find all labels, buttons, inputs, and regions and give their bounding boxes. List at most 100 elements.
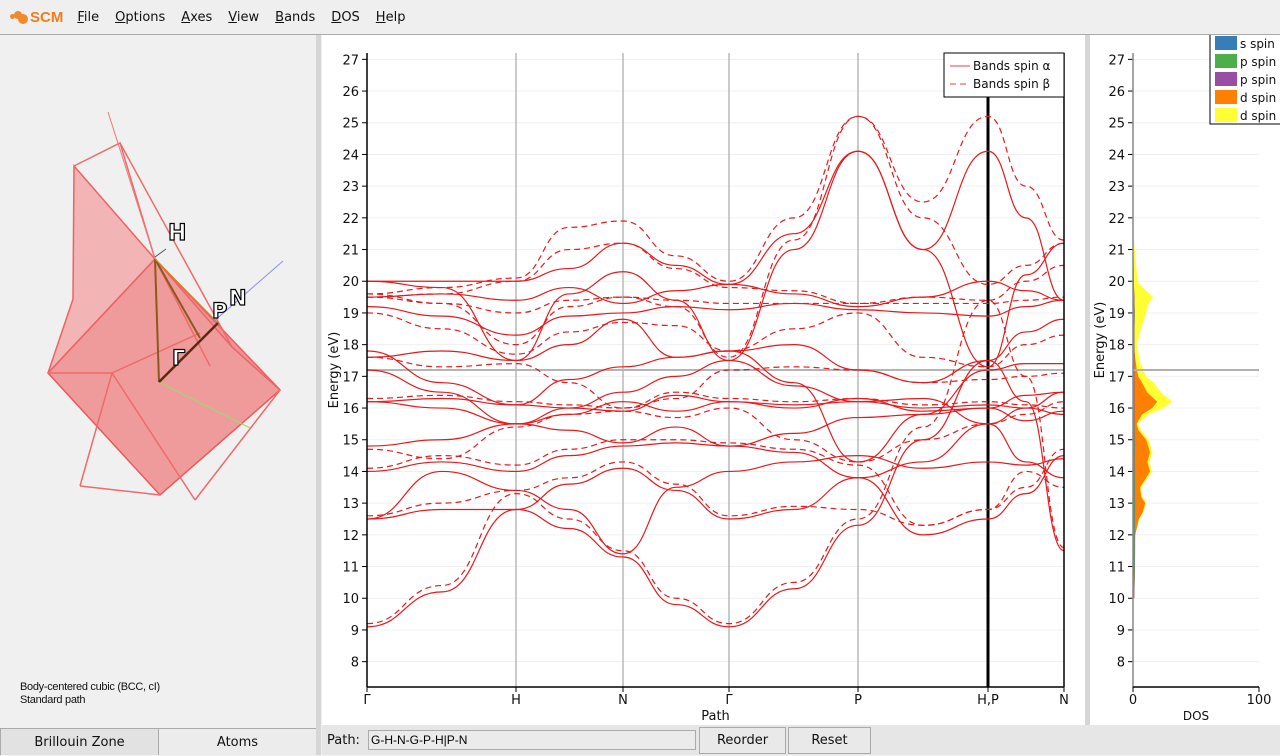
- dos-legend: s spin p spin p spin d spin d spin: [1209, 30, 1280, 125]
- y-tick-label: 17: [342, 370, 359, 385]
- y-tick-label: 27: [1108, 53, 1125, 68]
- reorder-button[interactable]: Reorder: [699, 727, 786, 754]
- band-line-alpha: [366, 442, 1065, 536]
- y-tick-label: 18: [1108, 339, 1125, 354]
- y-tick-label: 18: [342, 339, 359, 354]
- y-tick-label: 20: [342, 275, 359, 290]
- menu-bands[interactable]: Bands: [275, 10, 315, 25]
- y-tick-label: 13: [342, 497, 359, 512]
- scm-logo: SCM: [10, 9, 63, 26]
- dos-chart[interactable]: 8 9 10 11 12 13 14 15 16 17 18 19 20 21 22 23 24 25 26 27 0 1…: [1090, 30, 1280, 725]
- menu-dos[interactable]: DOS: [331, 10, 360, 25]
- band-line-alpha: [366, 150, 1065, 362]
- x-tick-label: 100: [1247, 693, 1272, 708]
- y-axis-label: Energy (eV): [1093, 302, 1108, 379]
- y-tick-label: 14: [1108, 465, 1125, 480]
- band-line-alpha: [366, 299, 1065, 336]
- band-legend: Bands spin α Bands spin β: [943, 52, 1065, 98]
- y-tick-label: 10: [1108, 592, 1125, 607]
- y-tick-label: 8: [351, 656, 359, 671]
- x-tick-label: 0: [1129, 693, 1137, 708]
- y-tick-label: 12: [1108, 529, 1125, 544]
- y-tick-label: 11: [1108, 561, 1125, 576]
- legend-label: s spin: [1240, 37, 1275, 51]
- y-tick-label: 20: [1108, 275, 1125, 290]
- legend-swatch: [1215, 72, 1237, 86]
- menu-help[interactable]: Help: [376, 10, 406, 25]
- bz-label-n: N: [229, 286, 247, 310]
- band-structure-panel: 8 9 10 11 12 13 14 15 16 17 18 19 20 21 22 23 24 25 26 27 Γ H…: [322, 35, 1085, 725]
- path-bar: Path: G-H-N-G-P-H|P-N Reorder Reset: [322, 725, 1280, 755]
- x-tick-label: Γ: [363, 693, 371, 708]
- band-line-alpha: [366, 454, 1065, 555]
- legend-swatch: [1215, 54, 1237, 68]
- y-tick-label: 26: [342, 85, 359, 100]
- legend-label: p spin: [1240, 73, 1276, 87]
- x-tick-label: Γ: [725, 693, 733, 708]
- x-tick-label: H: [511, 693, 521, 708]
- y-tick-label: 21: [1108, 244, 1125, 259]
- x-axis-label: DOS: [1183, 709, 1209, 723]
- left-panel-tabs: Brillouin Zone Atoms: [0, 728, 316, 755]
- tab-brillouin-zone[interactable]: Brillouin Zone: [0, 728, 159, 755]
- y-tick-label: 13: [1108, 497, 1125, 512]
- legend-swatch: [1215, 90, 1237, 104]
- bz-label-h: H: [168, 221, 186, 246]
- y-tick-label: 8: [1117, 656, 1125, 671]
- menu-axes[interactable]: Axes: [181, 10, 212, 25]
- band-line-beta: [366, 242, 1065, 305]
- legend-label: d spin: [1240, 109, 1276, 123]
- y-tick-label: 11: [342, 561, 359, 576]
- y-tick-label: 9: [1117, 624, 1125, 639]
- y-tick-label: 24: [1108, 148, 1125, 163]
- menu-options[interactable]: Options: [115, 10, 165, 25]
- band-line-alpha: [367, 150, 1065, 368]
- dos-panel: 8 9 10 11 12 13 14 15 16 17 18 19 20 21 22 23 24 25 26 27 0 1…: [1090, 30, 1280, 725]
- y-tick-label: 22: [342, 212, 359, 227]
- y-tick-label: 16: [342, 402, 359, 417]
- y-tick-label: 22: [1108, 212, 1125, 227]
- brillouin-zone-panel: H N P Γ Body-centered cubic (BCC, cI) St…: [0, 35, 316, 755]
- band-line-beta: [366, 115, 1065, 295]
- legend-label: Bands spin α: [973, 59, 1050, 73]
- y-tick-label: 10: [342, 592, 359, 607]
- y-tick-label: 23: [342, 180, 359, 195]
- path-label: Path:: [327, 733, 360, 748]
- path-type: Standard path: [20, 694, 86, 706]
- band-structure-chart[interactable]: 8 9 10 11 12 13 14 15 16 17 18 19 20 21 22 23 24 25 26 27 Γ H…: [322, 35, 1085, 725]
- menu-view[interactable]: View: [228, 10, 259, 25]
- y-tick-label: 15: [1108, 434, 1125, 449]
- scm-logo-text: SCM: [30, 8, 64, 26]
- y-tick-label: 19: [342, 307, 359, 322]
- x-tick-label: H,P: [977, 693, 999, 708]
- y-tick-label: 24: [342, 148, 359, 163]
- reset-button[interactable]: Reset: [788, 727, 871, 754]
- x-tick-label: N: [618, 693, 628, 708]
- tab-atoms[interactable]: Atoms: [159, 728, 316, 755]
- legend-swatch: [1215, 36, 1237, 50]
- menu-file[interactable]: File: [77, 10, 99, 25]
- y-tick-label: 27: [342, 53, 359, 68]
- legend-label: d spin: [1240, 91, 1276, 105]
- path-input[interactable]: G-H-N-G-P-H|P-N: [368, 730, 696, 750]
- legend-swatch: [1215, 108, 1237, 122]
- brillouin-zone-view[interactable]: H N P Γ: [0, 35, 316, 655]
- y-tick-label: 14: [342, 465, 359, 480]
- lattice-caption: Body-centered cubic (BCC, cI) Standard p…: [20, 681, 160, 707]
- y-tick-label: 25: [342, 117, 359, 132]
- lattice-type: Body-centered cubic (BCC, cI): [20, 681, 160, 693]
- x-axis-label: Path: [701, 709, 730, 724]
- y-axis-label: Energy (eV): [327, 332, 342, 409]
- splitter-left[interactable]: [316, 35, 321, 755]
- y-tick-label: 15: [342, 434, 359, 449]
- y-tick-label: 12: [342, 529, 359, 544]
- y-tick-label: 25: [1108, 117, 1125, 132]
- y-tick-label: 9: [351, 624, 359, 639]
- axis-x-line: [154, 248, 167, 258]
- x-tick-label: N: [1059, 693, 1069, 708]
- scm-logo-icon: [10, 9, 30, 25]
- y-tick-label: 21: [342, 244, 359, 259]
- bz-label-gamma: Γ: [172, 346, 185, 370]
- bz-label-p: P: [212, 299, 227, 323]
- y-tick-label: 16: [1108, 402, 1125, 417]
